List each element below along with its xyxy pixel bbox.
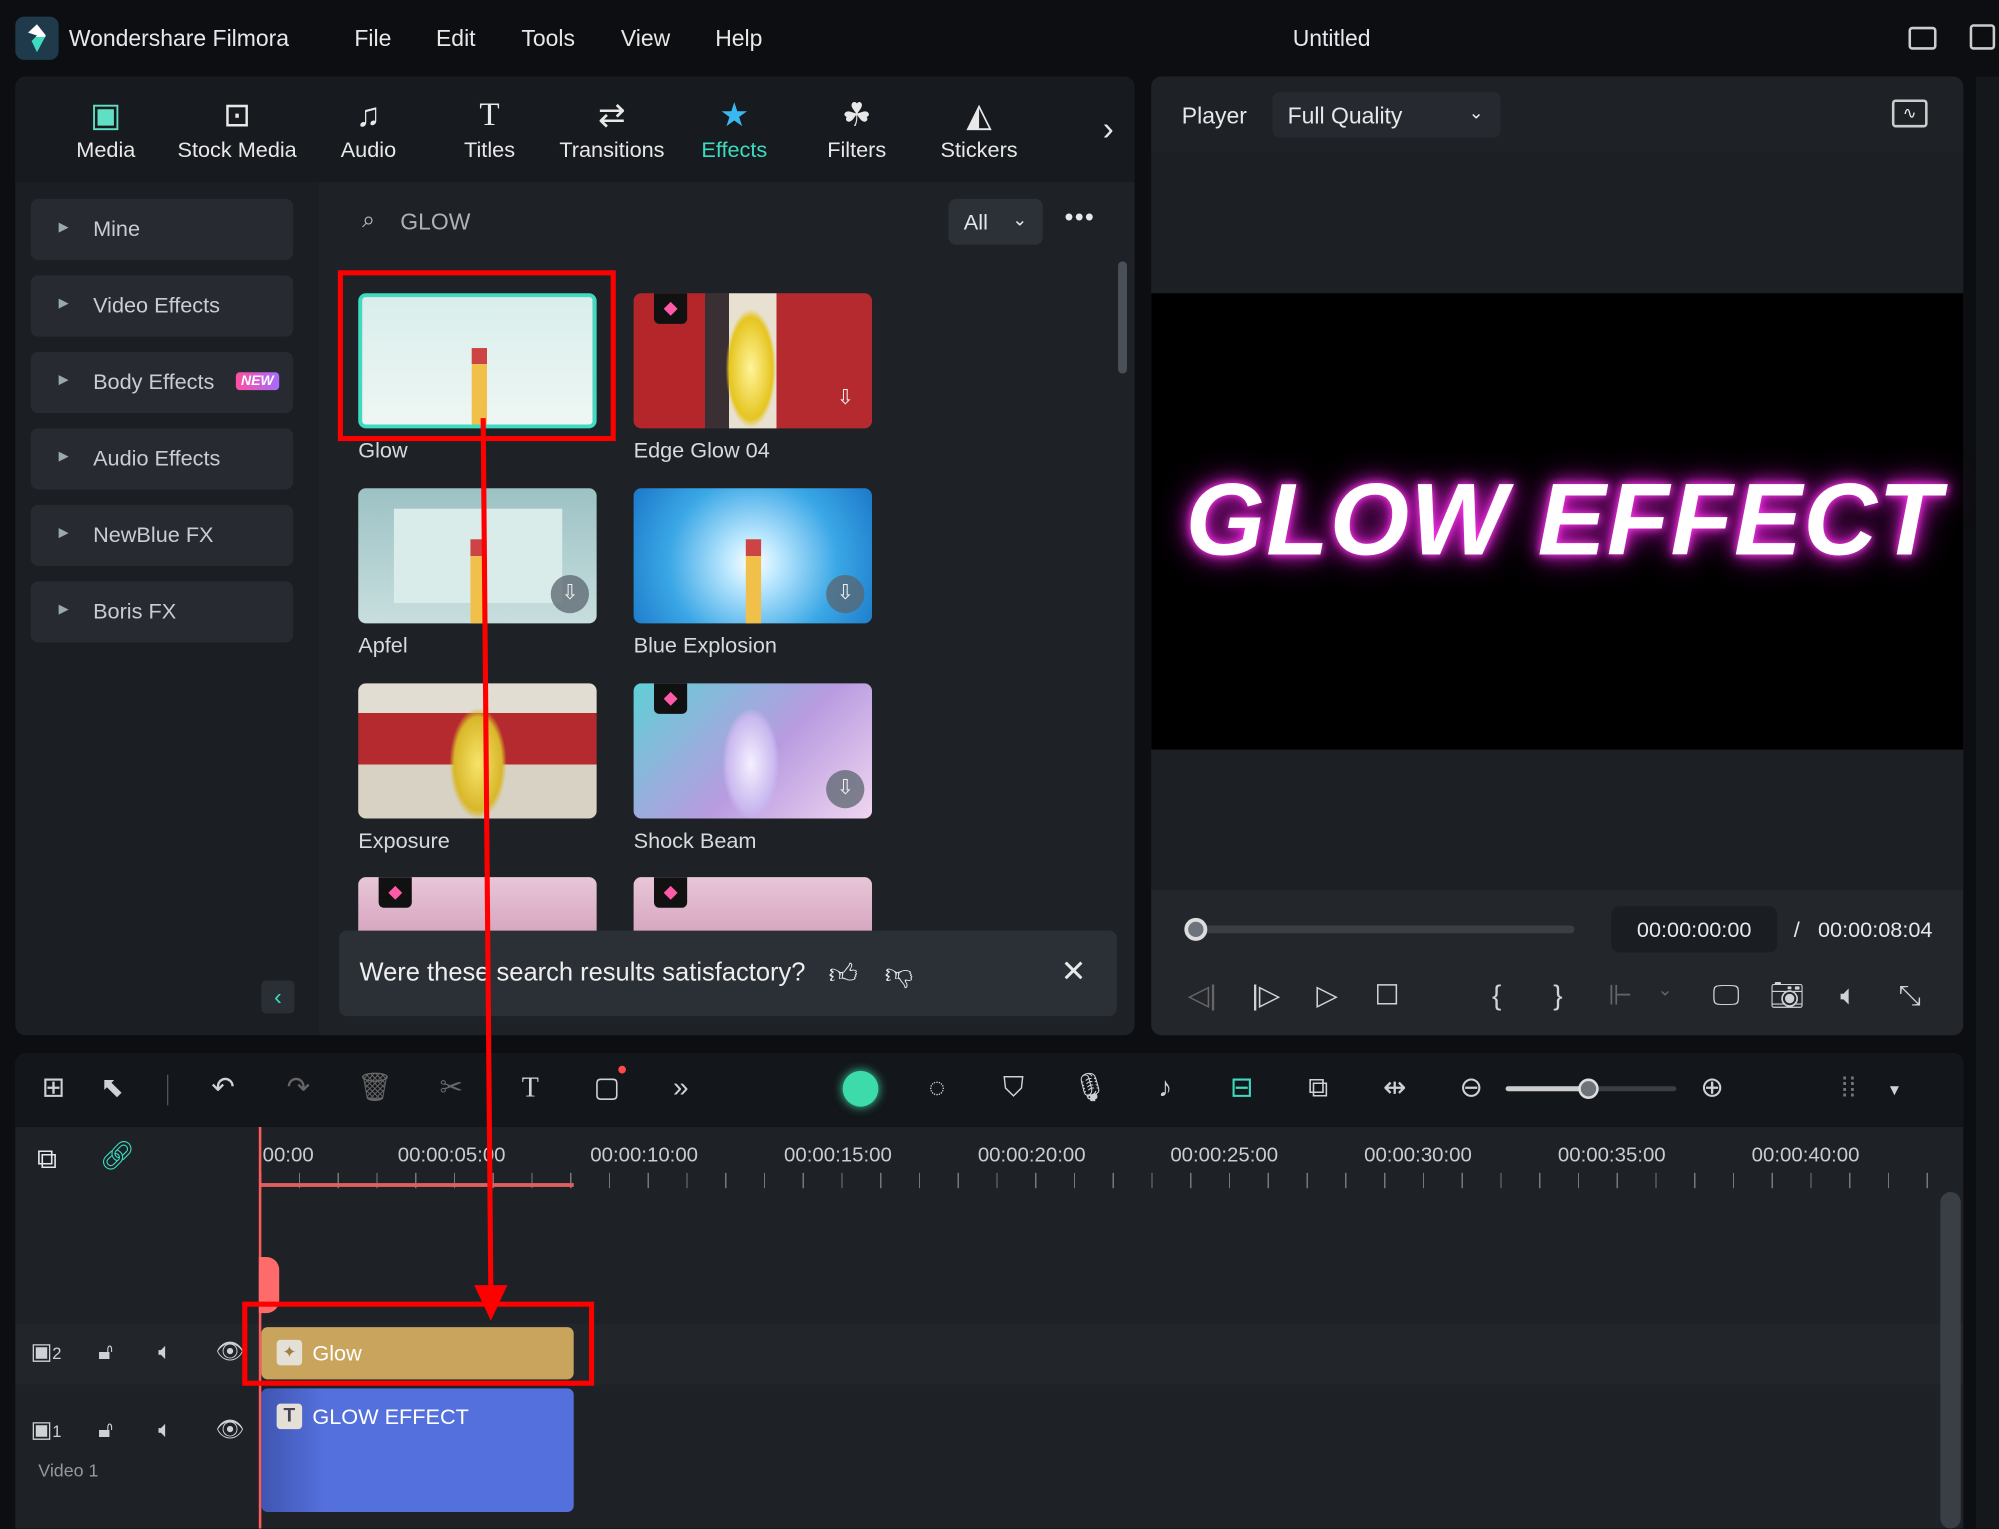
filmora-window: Wondershare Filmora File Edit Tools View… (0, 0, 1999, 1529)
annotation-arrow (474, 418, 508, 1321)
